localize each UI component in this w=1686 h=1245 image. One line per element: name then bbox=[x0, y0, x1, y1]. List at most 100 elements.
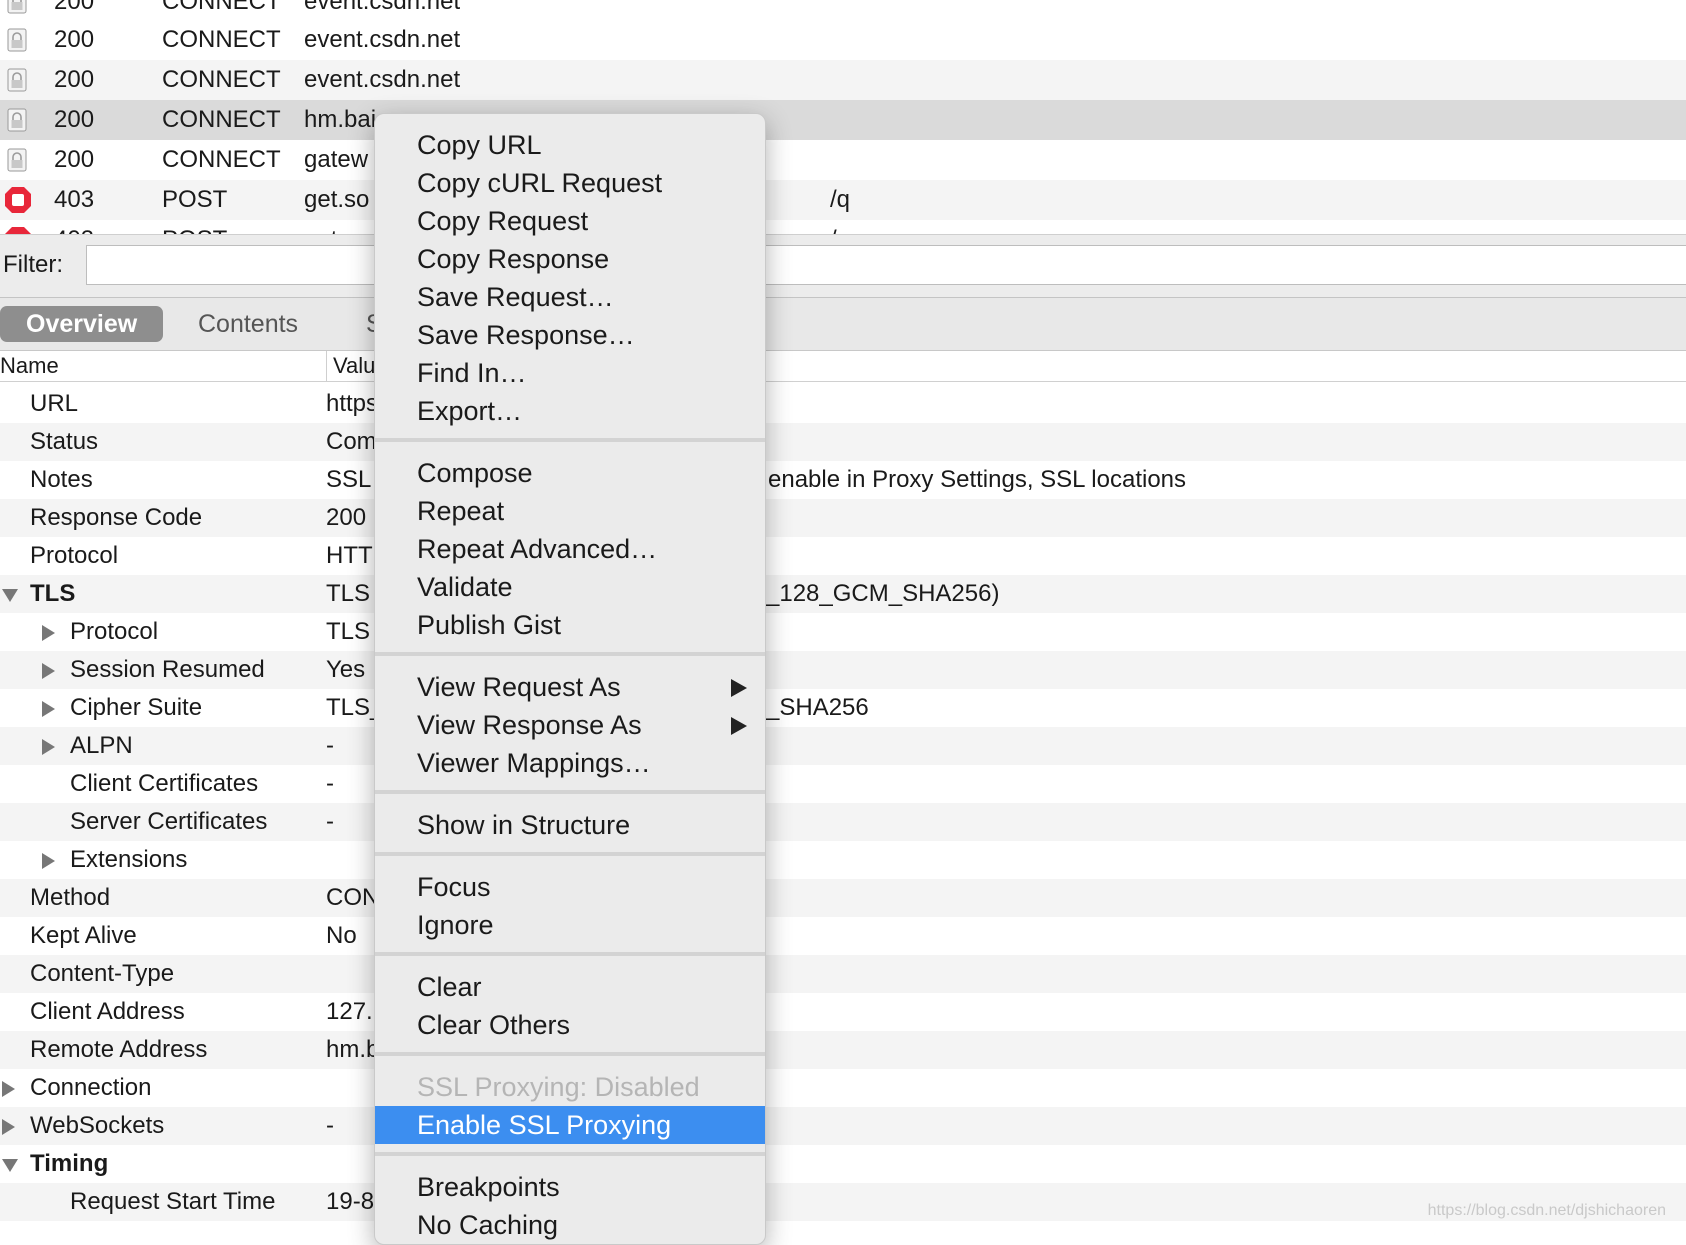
property-row-client-certificates[interactable]: Client Certificates - bbox=[0, 765, 1686, 803]
disclosure-collapsed-icon[interactable] bbox=[2, 1119, 15, 1135]
property-row-session-resumed[interactable]: Session Resumed Yes bbox=[0, 651, 1686, 689]
tab-overview[interactable]: Overview bbox=[0, 306, 164, 342]
menu-item-find-in[interactable]: Find In… bbox=[375, 354, 765, 392]
property-row-websockets[interactable]: WebSockets - bbox=[0, 1107, 1686, 1145]
menu-item-validate[interactable]: Validate bbox=[375, 568, 765, 606]
property-row-method[interactable]: Method CON bbox=[0, 879, 1686, 917]
request-row[interactable]: 200 CONNECT gatew bbox=[0, 140, 1686, 180]
disclosure-collapsed-icon[interactable] bbox=[42, 701, 55, 717]
property-name: Protocol bbox=[70, 618, 159, 645]
stop-icon bbox=[5, 227, 31, 234]
disclosure-collapsed-icon[interactable] bbox=[42, 853, 55, 869]
property-name: Status bbox=[30, 428, 99, 455]
menu-item-clear[interactable]: Clear bbox=[375, 968, 765, 1006]
menu-item-copy-url[interactable]: Copy URL bbox=[375, 126, 765, 164]
filter-label: Filter: bbox=[3, 251, 63, 278]
request-row[interactable]: 200 CONNECT event.csdn.net bbox=[0, 0, 1686, 22]
menu-item-viewer-mappings[interactable]: Viewer Mappings… bbox=[375, 744, 765, 782]
property-value-tail: _SHA256 bbox=[766, 694, 869, 721]
host: gatew bbox=[304, 146, 369, 173]
disclosure-collapsed-icon[interactable] bbox=[2, 1081, 15, 1097]
watermark: https://blog.csdn.net/djshichaoren bbox=[1427, 1202, 1666, 1219]
filter-input[interactable] bbox=[86, 245, 1686, 285]
property-name: Server Certificates bbox=[70, 808, 268, 835]
property-row-response-code[interactable]: Response Code 200 bbox=[0, 499, 1686, 537]
lock-icon bbox=[7, 28, 27, 52]
menu-item-no-caching[interactable]: No Caching bbox=[375, 1206, 765, 1244]
property-row-timing[interactable]: Timing bbox=[0, 1145, 1686, 1183]
property-value: hm.b bbox=[326, 1036, 380, 1063]
host: event.csdn.net bbox=[304, 0, 461, 15]
request-row[interactable]: 200 CONNECT event.csdn.net bbox=[0, 60, 1686, 100]
menu-item-repeat-advanced[interactable]: Repeat Advanced… bbox=[375, 530, 765, 568]
disclosure-collapsed-icon[interactable] bbox=[42, 663, 55, 679]
menu-item-copy-request[interactable]: Copy Request bbox=[375, 202, 765, 240]
property-row-url[interactable]: URL https bbox=[0, 385, 1686, 423]
request-row[interactable]: 200 CONNECT event.csdn.net bbox=[0, 20, 1686, 60]
property-name: WebSockets bbox=[30, 1112, 165, 1139]
property-row-tls-protocol[interactable]: Protocol TLS bbox=[0, 613, 1686, 651]
menu-item-enable-ssl-proxying[interactable]: Enable SSL Proxying bbox=[375, 1106, 765, 1144]
status-code: 200 bbox=[54, 146, 95, 173]
property-row-remote-address[interactable]: Remote Address hm.b bbox=[0, 1031, 1686, 1069]
menu-item-focus[interactable]: Focus bbox=[375, 868, 765, 906]
property-row-extensions[interactable]: Extensions bbox=[0, 841, 1686, 879]
property-row-tls[interactable]: TLS TLS _128_GCM_SHA256) bbox=[0, 575, 1686, 613]
menu-item-clear-others[interactable]: Clear Others bbox=[375, 1006, 765, 1044]
method: CONNECT bbox=[162, 0, 281, 15]
property-row-status[interactable]: Status Com bbox=[0, 423, 1686, 461]
status-code: 403 bbox=[54, 220, 94, 234]
property-value: Yes bbox=[326, 656, 366, 683]
path: /q bbox=[830, 186, 851, 213]
property-row-alpn[interactable]: ALPN - bbox=[0, 727, 1686, 765]
menu-item-save-request[interactable]: Save Request… bbox=[375, 278, 765, 316]
property-name: Cipher Suite bbox=[70, 694, 203, 721]
property-value: - bbox=[326, 808, 334, 835]
menu-item-view-response-as[interactable]: View Response As bbox=[375, 706, 765, 744]
lock-icon bbox=[7, 148, 27, 172]
property-row-cipher-suite[interactable]: Cipher Suite TLS_ _SHA256 bbox=[0, 689, 1686, 727]
property-name: Request Start Time bbox=[70, 1188, 276, 1215]
column-header-name[interactable]: Name bbox=[0, 351, 59, 381]
property-row-content-type[interactable]: Content-Type bbox=[0, 955, 1686, 993]
request-row[interactable]: 403 POST get.so / bbox=[0, 220, 1686, 234]
menu-item-copy-curl-request[interactable]: Copy cURL Request bbox=[375, 164, 765, 202]
property-row-protocol[interactable]: Protocol HTT bbox=[0, 537, 1686, 575]
property-row-kept-alive[interactable]: Kept Alive No bbox=[0, 917, 1686, 955]
request-row[interactable]: 403 POST get.so /q bbox=[0, 180, 1686, 220]
menu-item-compose[interactable]: Compose bbox=[375, 454, 765, 492]
filter-bar: Filter: bbox=[0, 234, 1686, 298]
property-row-client-address[interactable]: Client Address 127. bbox=[0, 993, 1686, 1031]
request-row-selected[interactable]: 200 CONNECT hm.bai bbox=[0, 100, 1686, 140]
submenu-arrow-icon bbox=[731, 717, 747, 735]
menu-item-view-request-as[interactable]: View Request As bbox=[375, 668, 765, 706]
property-name: ALPN bbox=[70, 732, 133, 759]
request-list[interactable]: 200 CONNECT event.csdn.net 200 CONNECT e… bbox=[0, 0, 1686, 234]
menu-item-ignore[interactable]: Ignore bbox=[375, 906, 765, 944]
menu-item-export[interactable]: Export… bbox=[375, 392, 765, 430]
method: CONNECT bbox=[162, 146, 281, 173]
property-row-connection[interactable]: Connection bbox=[0, 1069, 1686, 1107]
menu-item-save-response[interactable]: Save Response… bbox=[375, 316, 765, 354]
property-value: SSL bbox=[326, 466, 372, 493]
disclosure-collapsed-icon[interactable] bbox=[42, 625, 55, 641]
disclosure-collapsed-icon[interactable] bbox=[42, 739, 55, 755]
menu-item-breakpoints[interactable]: Breakpoints bbox=[375, 1168, 765, 1206]
menu-item-show-in-structure[interactable]: Show in Structure bbox=[375, 806, 765, 844]
property-name: Kept Alive bbox=[30, 922, 137, 949]
disclosure-expanded-icon[interactable] bbox=[2, 1159, 18, 1172]
menu-item-publish-gist[interactable]: Publish Gist bbox=[375, 606, 765, 644]
property-row-server-certificates[interactable]: Server Certificates - bbox=[0, 803, 1686, 841]
property-row-notes[interactable]: Notes SSL enable in Proxy Settings, SSL … bbox=[0, 461, 1686, 499]
tab-contents[interactable]: Contents bbox=[172, 306, 324, 342]
property-value: - bbox=[326, 732, 334, 759]
menu-item-repeat[interactable]: Repeat bbox=[375, 492, 765, 530]
method: POST bbox=[162, 220, 227, 234]
host: get.so bbox=[304, 186, 370, 213]
disclosure-expanded-icon[interactable] bbox=[2, 589, 18, 602]
menu-separator bbox=[375, 1152, 765, 1156]
column-header-value[interactable]: Valu bbox=[326, 351, 375, 381]
menu-item-copy-response[interactable]: Copy Response bbox=[375, 240, 765, 278]
method: CONNECT bbox=[162, 26, 281, 53]
property-value: CON bbox=[326, 884, 380, 911]
